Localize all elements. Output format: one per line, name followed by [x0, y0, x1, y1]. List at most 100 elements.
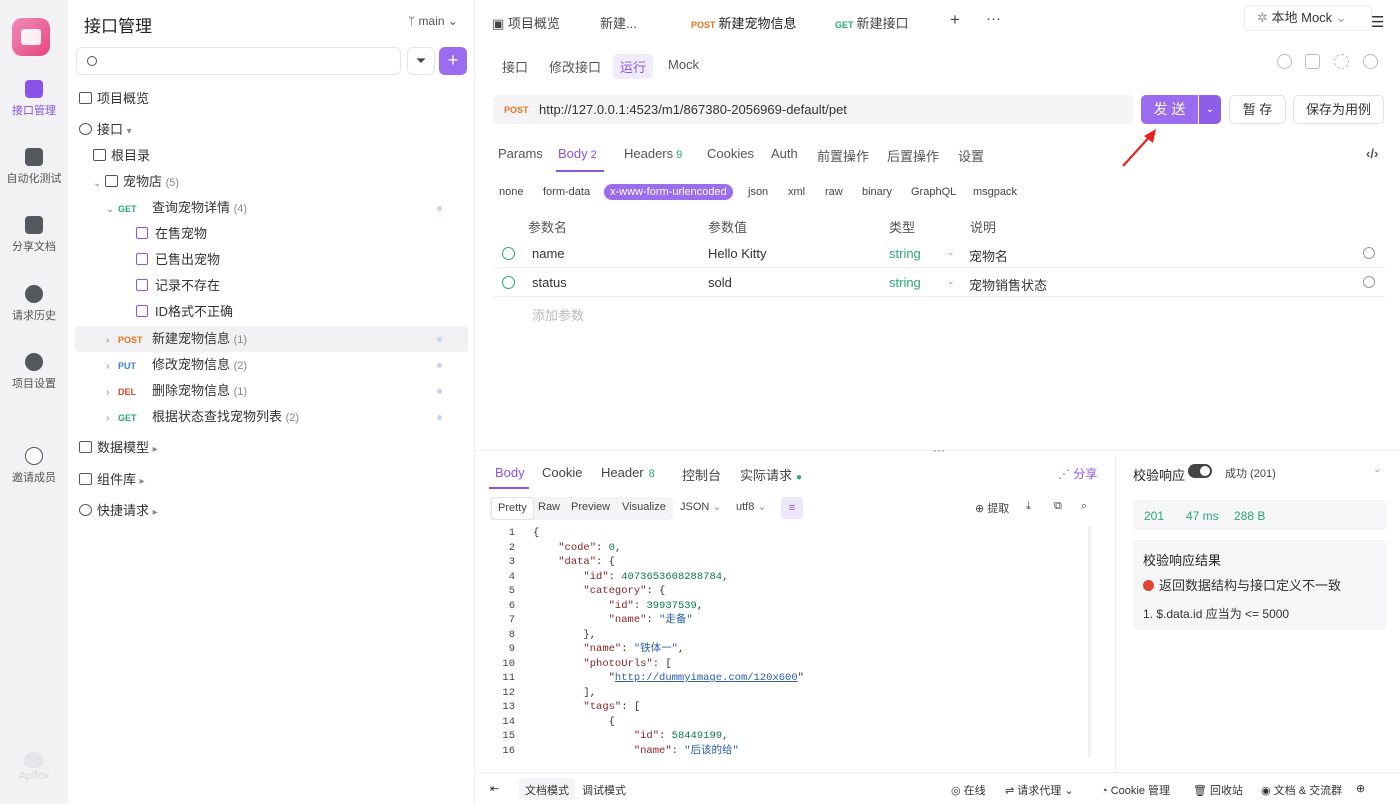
resp-tab-body[interactable]: Body [495, 465, 525, 480]
body-type-graphql[interactable]: GraphQL [905, 184, 962, 200]
collapse-sidebar-icon[interactable]: ⇤ [490, 782, 499, 795]
tree-op-post-pet[interactable]: › POST 新建宠物信息 (1) [106, 326, 456, 352]
body-type-msgpack[interactable]: msgpack [967, 184, 1023, 200]
tree-components[interactable]: 组件库 ▸ [79, 467, 152, 493]
body-type-form-data[interactable]: form-data [537, 184, 596, 200]
body-type-none[interactable]: none [493, 184, 529, 200]
share-button[interactable]: ⋰ 分享 [1058, 465, 1097, 482]
tree-quick-requests[interactable]: 快捷请求 ▸ [79, 498, 165, 524]
param-value[interactable]: sold [708, 275, 732, 290]
drag-handle-icon[interactable]: ··· [933, 443, 945, 457]
check-circle-icon[interactable] [502, 276, 515, 289]
tree-project-overview[interactable]: 项目概览 [79, 86, 149, 112]
menu-button[interactable]: ☰ [1371, 13, 1384, 31]
view-preview[interactable]: Preview [565, 497, 616, 520]
tree-case-bad-id[interactable]: ID格式不正确 [136, 299, 233, 325]
tree-data-models[interactable]: 数据模型 ▸ [79, 435, 165, 461]
encoding-select[interactable]: utf8 ⌄ [736, 500, 767, 513]
url-input[interactable]: http://127.0.0.1:4523/m1/867380-2056969-… [539, 102, 847, 117]
tree-case-on-sale[interactable]: 在售宠物 [136, 221, 207, 247]
tab-post-new-pet[interactable]: POST 新建宠物信息 [691, 13, 797, 32]
subtab-run[interactable]: 运行 [613, 54, 654, 79]
tab-get-new-api[interactable]: GET 新建接口 [835, 13, 909, 32]
extract-button[interactable]: ⊕ 提取 [975, 500, 1009, 516]
param-type[interactable]: string [889, 275, 921, 290]
req-tab-body[interactable]: Body 2 [558, 146, 597, 161]
check-circle-icon[interactable] [502, 247, 515, 260]
param-value[interactable]: Hello Kitty [708, 246, 767, 261]
online-status[interactable]: ◎ 在线 [951, 782, 986, 798]
request-proxy-button[interactable]: ⇌ 请求代理 ⌄ [1005, 782, 1074, 798]
view-visualize[interactable]: Visualize [616, 497, 672, 520]
tree-case-not-found[interactable]: 记录不存在 [136, 273, 220, 299]
send-options-button[interactable]: ⌄ [1199, 95, 1221, 124]
req-tab-post-ops[interactable]: 后置操作 [887, 146, 939, 165]
tab-project-overview[interactable]: ▣ 项目概览 [492, 13, 560, 32]
new-tab-button[interactable]: + [950, 10, 960, 30]
copy-icon[interactable] [1305, 54, 1320, 69]
method-selector[interactable]: POST [504, 105, 529, 115]
body-type-binary[interactable]: binary [856, 184, 898, 200]
chevron-down-icon[interactable]: ⌄ [947, 276, 955, 287]
req-tab-params[interactable]: Params [498, 146, 543, 161]
tree-api-root[interactable]: 接口 ▾ [79, 117, 139, 143]
param-name[interactable]: status [532, 275, 567, 290]
branch-selector[interactable]: ᛘ main ⌄ [408, 14, 458, 28]
req-tab-cookies[interactable]: Cookies [707, 146, 754, 161]
body-type-json[interactable]: json [742, 184, 774, 200]
save-as-case-button[interactable]: 保存为用例 [1293, 95, 1384, 124]
body-type-xml[interactable]: xml [782, 184, 811, 200]
gear-icon[interactable] [1363, 54, 1378, 69]
resp-tab-actual-request[interactable]: 实际请求 ● [740, 465, 802, 484]
code-view-button[interactable]: ‹/› [1366, 146, 1378, 161]
url-bar[interactable]: POST http://127.0.0.1:4523/m1/867380-205… [493, 95, 1133, 124]
rail-api-management[interactable]: 接口管理 [0, 80, 68, 118]
tab-new-draft[interactable]: 新建... [600, 13, 637, 32]
tree-op-get-pet[interactable]: ⌄ GET 查询宠物详情 (4) [106, 195, 456, 221]
tree-folder-petstore[interactable]: ⌄ 宠物店 (5) [93, 169, 179, 195]
chevron-down-icon[interactable]: ⌄ [947, 247, 955, 258]
response-code-view[interactable]: 1{2 "code": 0, 3 "data": {4 "id": 4073653… [489, 526, 1086, 758]
format-select[interactable]: JSON ⌄ [680, 500, 722, 513]
param-desc[interactable]: 宠物名 [969, 246, 1008, 265]
send-button[interactable]: 发 送 [1141, 95, 1198, 124]
param-desc[interactable]: 宠物销售状态 [969, 275, 1047, 294]
rail-project-settings[interactable]: 项目设置 [0, 353, 68, 391]
remove-circle-icon[interactable] [1363, 276, 1375, 288]
validation-toggle[interactable] [1188, 464, 1212, 478]
add-param-input[interactable]: 添加参数 [532, 305, 584, 324]
copy-icon[interactable]: ⧉ [1054, 500, 1062, 513]
tree-op-find-by-status[interactable]: › GET 根据状态查找宠物列表 (2) [106, 404, 456, 430]
docs-community-button[interactable]: ◉ 文档 & 交流群 [1261, 782, 1342, 798]
remove-circle-icon[interactable] [1363, 247, 1375, 259]
param-name[interactable]: name [532, 246, 565, 261]
more-tabs-button[interactable]: ··· [986, 10, 1001, 27]
req-tab-pre-ops[interactable]: 前置操作 [817, 146, 869, 165]
body-type-raw[interactable]: raw [819, 184, 849, 200]
resp-tab-console[interactable]: 控制台 [682, 465, 721, 484]
search-icon[interactable]: ⌕ [1081, 500, 1087, 513]
code-scrollbar[interactable] [1088, 526, 1091, 758]
rail-request-history[interactable]: 请求历史 [0, 285, 68, 323]
view-pretty[interactable]: Pretty [491, 497, 534, 520]
wrap-lines-button[interactable]: ≡ [781, 497, 803, 519]
tree-op-del-pet[interactable]: › DEL 删除宠物信息 (1) [106, 378, 456, 404]
add-button[interactable]: + [439, 47, 467, 75]
tree-case-sold[interactable]: 已售出宠物 [136, 247, 220, 273]
rail-automation[interactable]: 自动化测试 [0, 148, 68, 186]
subtab-api[interactable]: 接口 [495, 54, 535, 79]
req-tab-settings[interactable]: 设置 [958, 146, 984, 165]
resp-tab-header[interactable]: Header 8 [601, 465, 655, 480]
history-icon[interactable] [1277, 54, 1292, 69]
chevron-down-icon[interactable]: ⌄ [1373, 464, 1381, 475]
subtab-mock[interactable]: Mock [661, 54, 706, 75]
upload-icon[interactable]: ⊕ [1356, 782, 1365, 795]
environment-selector[interactable]: ✲ 本地 Mock ⌄ [1244, 5, 1372, 31]
req-tab-headers[interactable]: Headers 9 [624, 146, 682, 161]
doc-mode-button[interactable]: 文档模式 [519, 778, 575, 800]
share-icon[interactable] [1334, 54, 1349, 69]
req-tab-auth[interactable]: Auth [771, 146, 798, 161]
save-temp-button[interactable]: 暂 存 [1229, 95, 1286, 124]
param-type[interactable]: string [889, 246, 921, 261]
cookie-manager-button[interactable]: ◔ Cookie 管理 [1101, 782, 1170, 798]
